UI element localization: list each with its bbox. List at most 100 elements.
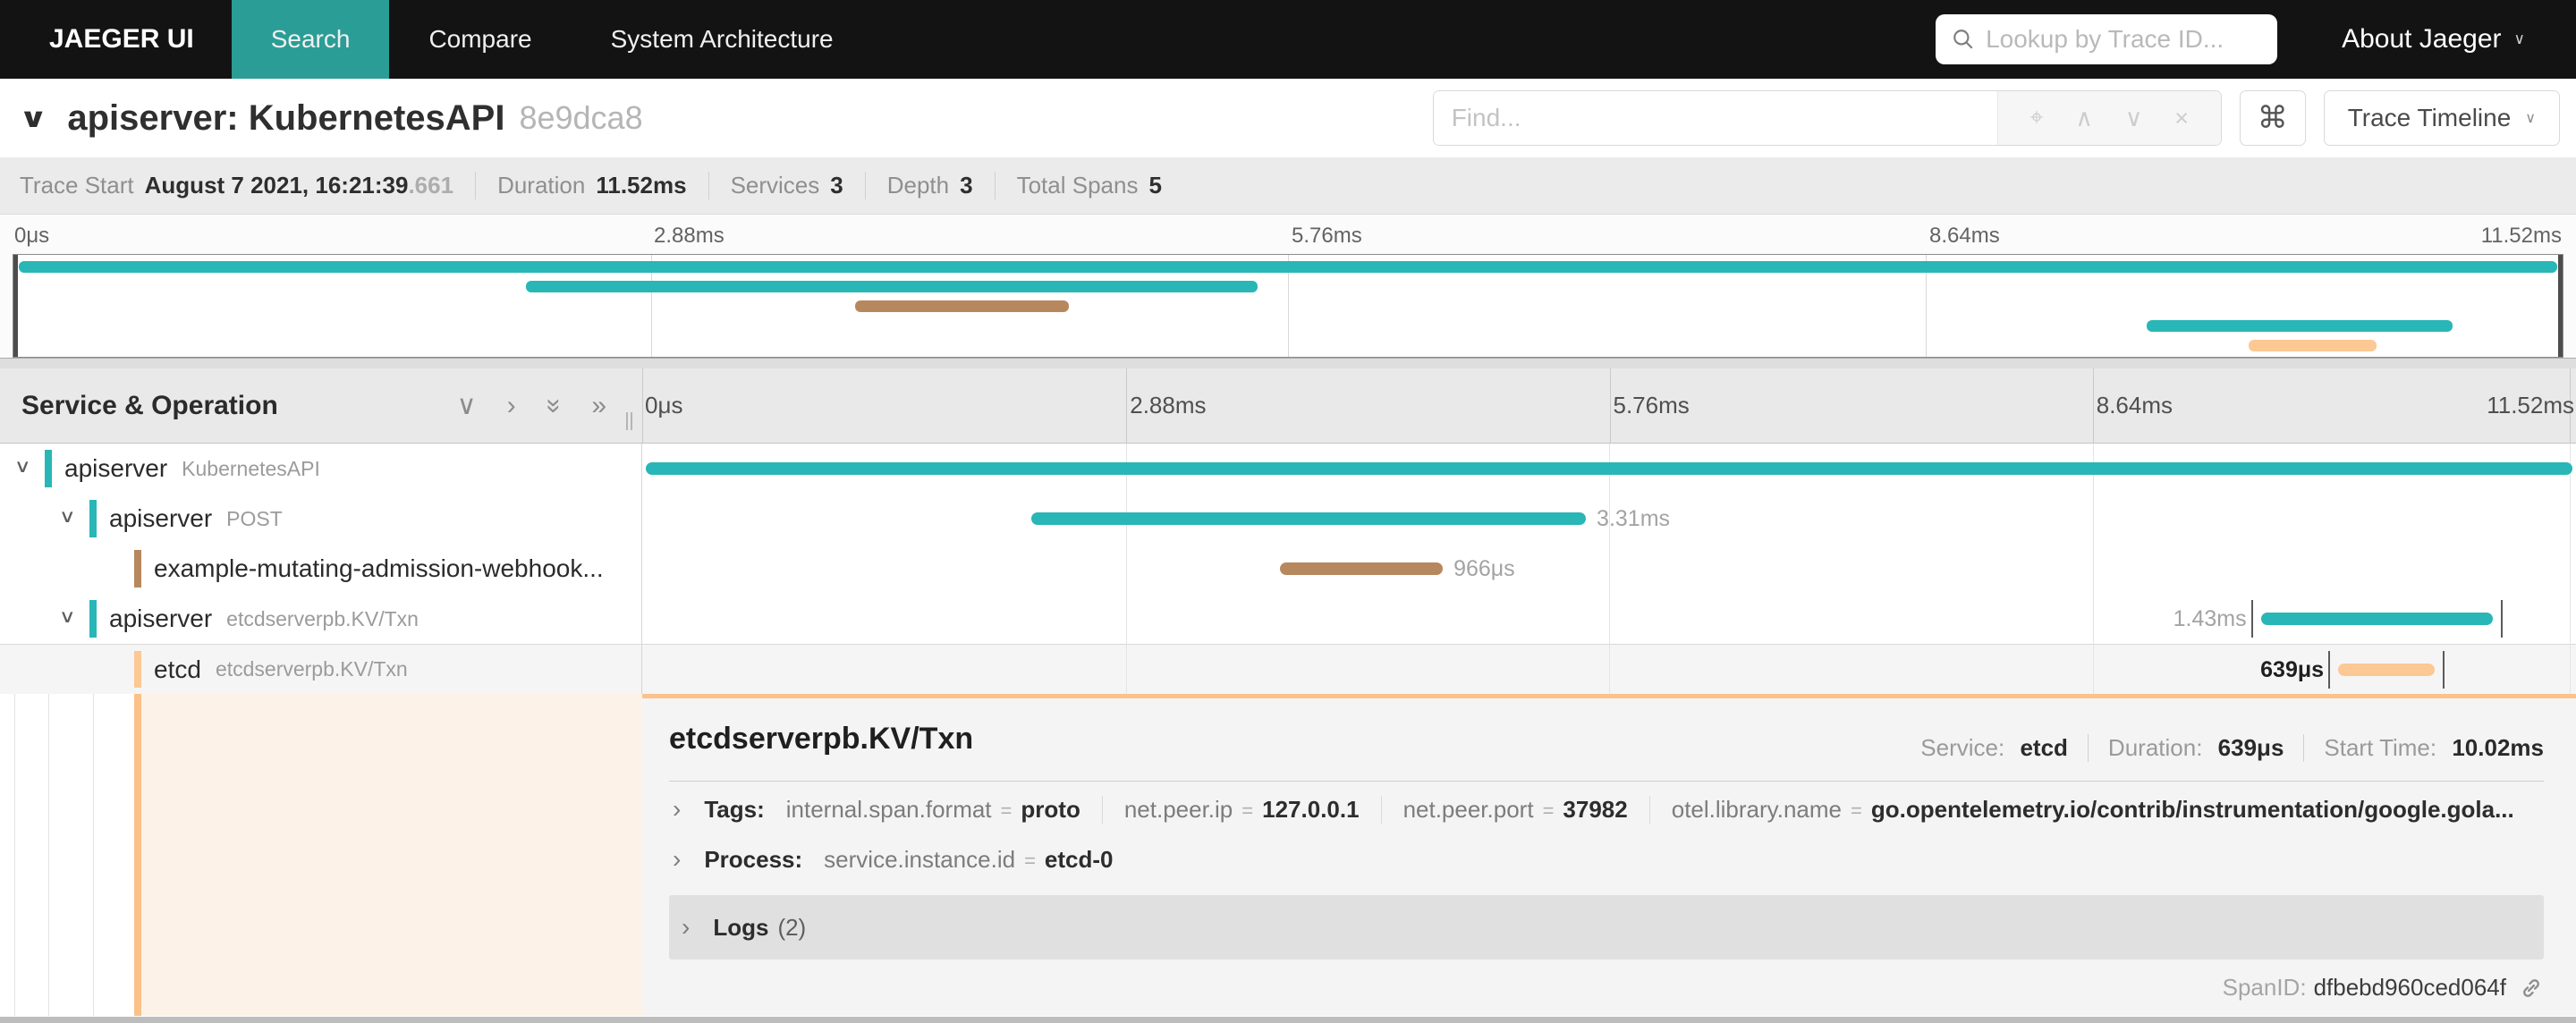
- summary-value: 5: [1148, 172, 1162, 199]
- span-timeline-cell[interactable]: [642, 444, 2576, 494]
- span-name-cell[interactable]: ∨ apiserver KubernetesAPI: [0, 444, 642, 494]
- next-result-icon[interactable]: ∨: [2125, 105, 2143, 132]
- minimap-span-bar: [18, 261, 2558, 273]
- nav-item-search[interactable]: Search: [231, 0, 390, 79]
- service-operation-title: Service & Operation: [21, 390, 278, 420]
- expand-one-icon[interactable]: ›: [507, 392, 516, 419]
- copy-link-icon[interactable]: [2519, 976, 2544, 1001]
- expand-all-icon[interactable]: »: [591, 392, 606, 419]
- span-operation-name: POST: [226, 506, 283, 530]
- keyboard-shortcuts-button[interactable]: ⌘: [2239, 90, 2306, 146]
- trace-id-search[interactable]: [1936, 14, 2278, 64]
- minimap-row: [13, 337, 2563, 357]
- logs-accordion[interactable]: › Logs (2): [669, 895, 2544, 960]
- span-duration-bar[interactable]: [646, 462, 2572, 475]
- view-selector-button[interactable]: Trace Timeline ∨: [2323, 90, 2560, 146]
- bottom-scrollbar[interactable]: [0, 1017, 2576, 1023]
- collapse-one-icon[interactable]: ∨: [457, 392, 477, 419]
- equals-sign: =: [1024, 849, 1036, 872]
- logs-count: (2): [777, 913, 807, 941]
- minimap-left-drag-handle[interactable]: [13, 255, 18, 357]
- span-duration-bar[interactable]: [2338, 664, 2436, 676]
- span-row[interactable]: ∨ apiserver KubernetesAPI: [0, 444, 2576, 494]
- collapse-all-icon[interactable]: »: [539, 398, 569, 413]
- find-input[interactable]: [1433, 91, 1997, 145]
- tick-label: 0μs: [645, 392, 683, 418]
- span-id-value: dfbebd960ced064f: [2313, 974, 2506, 1001]
- command-icon: ⌘: [2257, 101, 2288, 135]
- column-resize-handle[interactable]: [626, 412, 635, 430]
- minimap-row: [13, 258, 2563, 278]
- span-timeline-cell[interactable]: 639μs: [642, 645, 2576, 694]
- span-name-cell[interactable]: ∨ apiserver POST: [0, 494, 642, 544]
- kv-value: etcd-0: [1044, 845, 1114, 873]
- app-logo[interactable]: JAEGER UI: [0, 0, 232, 79]
- nav-item-compare[interactable]: Compare: [389, 0, 571, 79]
- kv-key: net.peer.port: [1402, 795, 1534, 823]
- logs-label: Logs: [713, 913, 769, 941]
- span-duration-bar[interactable]: [1030, 512, 1587, 525]
- clear-search-icon[interactable]: ×: [2174, 105, 2189, 132]
- focus-target-icon[interactable]: ⌖: [2029, 104, 2043, 132]
- span-row[interactable]: ∨ apiserver etcdserverpb.KV/Txn 1.43ms: [0, 594, 2576, 644]
- span-id-row: SpanID: dfbebd960ced064f: [2223, 974, 2544, 1002]
- collapse-trace-chevron-icon[interactable]: ∨: [19, 103, 48, 134]
- span-name-cell[interactable]: example-mutating-admission-webhook...: [0, 544, 642, 594]
- process-accordion[interactable]: › Process: service.instance.id = etcd-0: [673, 845, 1114, 874]
- tags-list: internal.span.format = proto net.peer.ip…: [786, 795, 2514, 824]
- tick-label: 0μs: [14, 224, 50, 248]
- minimap-row: [13, 278, 2563, 298]
- find-group: ⌖ ∧ ∨ ×: [1432, 90, 2222, 146]
- tags-accordion[interactable]: › Tags: internal.span.format = proto net…: [673, 795, 2514, 824]
- span-expand-chevron-icon[interactable]: ∨: [59, 494, 76, 540]
- span-detail-title: etcdserverpb.KV/Txn: [669, 722, 974, 756]
- tick-label: 8.64ms: [2096, 392, 2174, 418]
- kv-key: internal.span.format: [785, 795, 992, 823]
- nav-item-system-architecture[interactable]: System Architecture: [572, 0, 873, 79]
- span-timeline-cell[interactable]: 966μs: [642, 544, 2576, 594]
- span-row[interactable]: ∨ apiserver POST 3.31ms: [0, 494, 2576, 544]
- meta-value: 10.02ms: [2452, 734, 2544, 761]
- about-jaeger-menu[interactable]: About Jaeger ∨: [2331, 24, 2536, 55]
- prev-result-icon[interactable]: ∧: [2075, 105, 2093, 132]
- span-timeline-cell[interactable]: 3.31ms: [642, 494, 2576, 544]
- key-value-pair: net.peer.port = 37982: [1380, 795, 1628, 824]
- span-duration-label: 3.31ms: [1597, 506, 1671, 531]
- span-timeline-cell[interactable]: 1.43ms: [642, 594, 2576, 644]
- summary-label: Duration: [497, 172, 586, 199]
- equals-sign: =: [1241, 799, 1254, 822]
- detail-meta-item: Duration: 639μs: [2087, 734, 2284, 762]
- minimap-right-drag-handle[interactable]: [2558, 255, 2563, 357]
- span-label-tick: [2328, 651, 2331, 689]
- span-expand-chevron-icon[interactable]: ∨: [14, 444, 31, 490]
- span-duration-bar[interactable]: [2260, 613, 2494, 625]
- summary-value: 3: [960, 172, 973, 199]
- span-name-cell[interactable]: ∨ apiserver etcdserverpb.KV/Txn: [0, 594, 642, 644]
- minimap-span-bar: [2249, 340, 2377, 351]
- summary-item: Total Spans 5: [994, 172, 1162, 199]
- span-detail-section: etcdserverpb.KV/Txn Service: etcd Durati…: [0, 694, 2576, 1016]
- span-operation-name: etcdserverpb.KV/Txn: [226, 606, 419, 630]
- span-label-tick: [2501, 600, 2504, 638]
- span-service-name: etcd: [154, 655, 201, 683]
- span-duration-bar[interactable]: [1280, 562, 1444, 575]
- summary-suffix: .661: [408, 172, 454, 199]
- top-nav-bar: JAEGER UI Search Compare System Architectu…: [0, 0, 2576, 79]
- service-operation-header: Service & Operation ∨ › » »: [0, 368, 642, 443]
- span-row[interactable]: etcd etcdserverpb.KV/Txn 639μs: [0, 644, 2576, 694]
- trace-id-search-input[interactable]: [1986, 25, 2262, 54]
- meta-value: etcd: [2020, 734, 2068, 761]
- key-value-pair: internal.span.format = proto: [786, 796, 1080, 824]
- span-name-cell[interactable]: etcd etcdserverpb.KV/Txn: [0, 645, 642, 694]
- minimap-viewport[interactable]: [13, 254, 2563, 358]
- tick-label: 5.76ms: [1613, 392, 1690, 418]
- span-expand-chevron-icon[interactable]: ∨: [59, 594, 76, 640]
- kv-value: 127.0.0.1: [1262, 795, 1360, 823]
- span-duration-label: 966μs: [1453, 556, 1515, 581]
- timeline-column-header: Service & Operation ∨ › » » 0μs 2.88ms 5.7…: [0, 368, 2576, 444]
- timeline-ticks-header: 0μs 2.88ms 5.76ms 8.64ms 11.52ms: [642, 368, 2576, 443]
- span-label-tick: [2250, 600, 2253, 638]
- minimap-span-bar: [854, 300, 1069, 312]
- span-row[interactable]: example-mutating-admission-webhook... 96…: [0, 544, 2576, 594]
- tree-control-icons: ∨ › » »: [457, 392, 606, 419]
